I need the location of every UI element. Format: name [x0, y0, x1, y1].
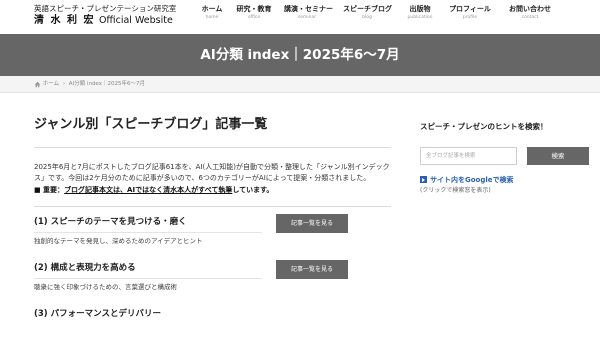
nav-item-publication[interactable]: 出版物 publication [407, 4, 433, 21]
google-search-label: サイト内をGoogleで検索 [430, 176, 514, 184]
global-nav: ホーム home 研究・教育 office 講演・セミナー seminar スピ… [198, 4, 564, 28]
main-content: ジャンル別「スピーチブログ」記事一覧 2025年6月と7月にポストしたブログ記事… [34, 116, 391, 337]
play-arrow-icon [420, 176, 427, 183]
nav-item-label: 出版物 [409, 5, 431, 13]
nav-item-sublabel: seminar [297, 15, 317, 20]
category-title: (1) スピーチのテーマを見つける・磨く [34, 217, 187, 227]
category-rule [34, 232, 262, 233]
nav-item-label: スピーチブログ [343, 5, 392, 13]
nav-item-label: 研究・教育 [236, 5, 272, 13]
notice-underlined: ブログ記事本文は、AIではなく清水本人がすべて執筆 [64, 186, 233, 194]
notice-suffix: しています。 [232, 186, 274, 194]
breadcrumb: ホーム › AI分類 index｜2025年6〜7月 [34, 80, 145, 89]
nav-item-sublabel: blog [362, 15, 372, 20]
notice-text: ■ 重要：ブログ記事本文は、AIではなく清水本人がすべて執筆しています。 [34, 185, 391, 196]
breadcrumb-current: AI分類 index｜2025年6〜7月 [68, 81, 145, 87]
view-articles-button[interactable]: 記事一覧を見る [276, 214, 348, 233]
breadcrumb-home[interactable]: ホーム [43, 81, 59, 87]
search-button[interactable]: 検索 [527, 147, 589, 165]
category-desc: 独創的なテーマを発見し、深めるためのアイデアとヒント [34, 237, 203, 245]
nav-item-home[interactable]: ホーム home [200, 4, 224, 21]
category-title: (3) パフォーマンスとデリバリー [34, 309, 161, 319]
category-item: (1) スピーチのテーマを見つける・磨く 独創的なテーマを発見し、深めるためのア… [34, 207, 391, 253]
google-search-link[interactable]: サイト内をGoogleで検索 [420, 175, 580, 185]
category-rule [34, 278, 262, 279]
nav-item-label: プロフィール [449, 5, 491, 13]
site-header: 英語スピーチ・プレゼンテーション研究室 清 水 利 宏 Official Webs… [0, 0, 600, 34]
search-form: 検索 [420, 147, 589, 165]
home-icon [34, 81, 41, 87]
page-title-band: AI分類 index｜2025年6〜7月 [0, 34, 600, 76]
breadcrumb-bar: ホーム › AI分類 index｜2025年6〜7月 [0, 76, 600, 93]
search-input[interactable] [420, 147, 517, 165]
category-item: (2) 構成と表現力を高める 聴衆に強く印象づけるための、言葉選びと構成術 記事… [34, 253, 391, 299]
view-articles-button[interactable]: 記事一覧を見る [276, 260, 348, 279]
logo-tagline: 英語スピーチ・プレゼンテーション研究室 [34, 4, 177, 13]
main-heading: ジャンル別「スピーチブログ」記事一覧 [34, 116, 391, 148]
logo-title: 清 水 利 宏 Official Website [34, 14, 176, 27]
nav-item-sublabel: office [247, 15, 261, 20]
sidebar-heading: スピーチ・プレゼンのヒントを検索！ [420, 122, 548, 131]
nav-item-label: お問い合わせ [509, 5, 551, 13]
category-item: (3) パフォーマンスとデリバリー [34, 299, 391, 337]
notice-prefix: ■ 重要： [34, 186, 65, 194]
nav-item-sublabel: profile [462, 15, 478, 20]
breadcrumb-separator: › [62, 81, 66, 87]
sidebar: スピーチ・プレゼンのヒントを検索！ 検索 サイト内をGoogleで検索 (クリッ… [420, 121, 589, 196]
category-desc: 聴衆に強く印象づけるための、言葉選びと構成術 [34, 283, 177, 291]
nav-item-contact[interactable]: お問い合わせ contact [508, 4, 552, 21]
nav-item-label: ホーム [201, 5, 223, 13]
nav-item-sublabel: publication [407, 15, 433, 20]
nav-item-label: 講演・セミナー [284, 5, 333, 13]
logo-sub: Official Website [98, 15, 173, 26]
category-title: (2) 構成と表現力を高める [34, 263, 136, 273]
nav-item-seminar[interactable]: 講演・セミナー seminar [284, 4, 333, 21]
nav-item-research[interactable]: 研究・教育 office [236, 4, 272, 21]
site-logo[interactable]: 英語スピーチ・プレゼンテーション研究室 清 水 利 宏 Official Webs… [34, 4, 176, 27]
intro-text: 2025年6月と7月にポストしたブログ記事61本を、AI(人工知能)が自動で分類… [34, 163, 390, 182]
nav-item-sublabel: home [205, 15, 219, 20]
nav-item-profile[interactable]: プロフィール profile [449, 4, 491, 21]
page-title: AI分類 index｜2025年6〜7月 [200, 47, 400, 63]
nav-item-sublabel: contact [521, 15, 539, 20]
logo-name: 清 水 利 宏 [34, 15, 95, 26]
google-search-note: (クリックで検索窓を表示) [420, 187, 491, 194]
nav-item-blog[interactable]: スピーチブログ blog [343, 4, 392, 21]
